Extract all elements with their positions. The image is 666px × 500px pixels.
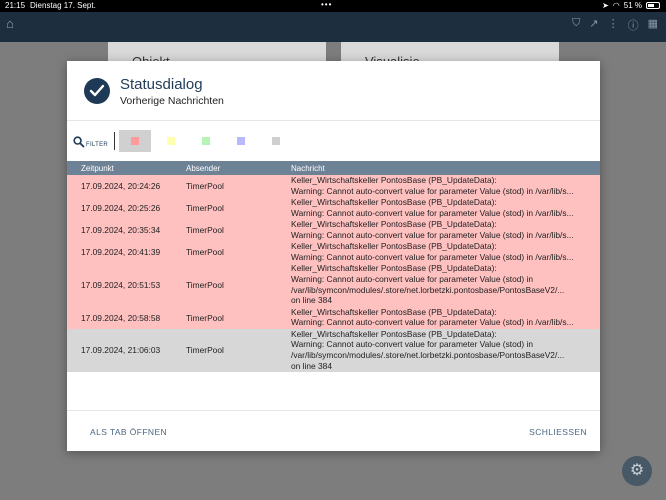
row-timestamp: 17.09.2024, 20:51:53 <box>81 279 161 290</box>
message-line: Keller_Wirtschaftskeller PontosBase (PB_… <box>291 241 497 251</box>
background-tile-visualisierung: Visualisie <box>341 42 559 62</box>
battery-icon <box>646 2 660 9</box>
status-indicators: ➤ ◠ 51 % <box>602 1 660 10</box>
settings-gear-icon[interactable]: ⚙ <box>622 456 652 486</box>
clock: 21:15 <box>5 1 26 10</box>
message-line: /var/lib/symcon/modules/.store/net.lorbe… <box>291 350 565 361</box>
message-line: Keller_Wirtschaftskeller PontosBase (PB_… <box>291 263 497 273</box>
default-color-swatch <box>272 137 280 145</box>
message-line: /var/lib/symcon/modules/.store/net.lorbe… <box>291 284 565 295</box>
grid-icon[interactable]: ▦ <box>648 17 658 33</box>
search-icon[interactable] <box>73 136 85 148</box>
row-message: Keller_Wirtschaftskeller PontosBase (PB_… <box>291 219 587 241</box>
filter-chip-error[interactable] <box>119 130 151 152</box>
message-line: Keller_Wirtschaftskeller PontosBase (PB_… <box>291 306 497 317</box>
message-line: Warning: Cannot auto-convert value for p… <box>291 339 534 350</box>
battery-percent: 51 % <box>623 1 642 10</box>
date: Dienstag 17. Sept. <box>30 1 96 10</box>
message-line: Keller_Wirtschaftskeller PontosBase (PB_… <box>291 328 497 339</box>
table-row[interactable]: 17.09.2024, 20:41:39 TimerPool Keller_Wirt… <box>67 241 600 263</box>
message-line: Warning: Cannot auto-convert value for p… <box>291 251 574 262</box>
row-sender: TimerPool <box>186 312 224 323</box>
info-color-swatch <box>237 137 245 145</box>
row-sender: TimerPool <box>186 345 224 356</box>
filter-chip-info[interactable] <box>225 130 257 152</box>
info-icon[interactable]: ⓘ <box>628 17 639 33</box>
dialog-header: Statusdialog Vorherige Nachrichten <box>67 61 600 121</box>
message-line: Keller_Wirtschaftskeller PontosBase (PB_… <box>291 175 497 185</box>
row-sender: TimerPool <box>186 279 224 290</box>
table-row[interactable]: 17.09.2024, 20:35:34 TimerPool Keller_Wirt… <box>67 219 600 241</box>
row-timestamp: 17.09.2024, 20:35:34 <box>81 225 161 235</box>
row-timestamp: 17.09.2024, 20:24:26 <box>81 181 161 191</box>
error-color-swatch <box>131 137 139 145</box>
row-timestamp: 17.09.2024, 21:06:03 <box>81 345 161 356</box>
warning-color-swatch <box>167 137 175 145</box>
open-as-tab-button[interactable]: ALS TAB ÖFFNEN <box>90 427 167 437</box>
filter-divider <box>114 132 115 150</box>
chart-icon[interactable]: ↗ <box>589 17 598 33</box>
dialog-title: Statusdialog <box>120 76 203 93</box>
row-sender: TimerPool <box>186 225 224 235</box>
row-timestamp: 17.09.2024, 20:41:39 <box>81 247 161 257</box>
message-line: Warning: Cannot auto-convert value for p… <box>291 273 534 284</box>
filter-chip-warning[interactable] <box>155 130 187 152</box>
message-line: Warning: Cannot auto-convert value for p… <box>291 185 574 196</box>
home-icon[interactable]: ⌂ <box>6 16 14 31</box>
filter-chip-default[interactable] <box>260 130 292 152</box>
filter-label[interactable]: FILTER <box>86 142 108 148</box>
message-line: on line 384 <box>291 295 332 306</box>
column-header-absender[interactable]: Absender <box>186 164 220 173</box>
row-sender: TimerPool <box>186 203 224 213</box>
message-line: Warning: Cannot auto-convert value for p… <box>291 317 574 328</box>
more-icon[interactable]: ⋮ <box>608 17 619 33</box>
row-timestamp: 17.09.2024, 20:25:26 <box>81 203 161 213</box>
table-row[interactable]: 17.09.2024, 20:51:53 TimerPool Keller_Wirt… <box>67 263 600 307</box>
row-message: Keller_Wirtschaftskeller PontosBase (PB_… <box>291 175 587 197</box>
app-header: ⌂ ⛉ ↗ ⋮ ⓘ ▦ <box>0 12 666 42</box>
message-line: Warning: Cannot auto-convert value for p… <box>291 229 574 240</box>
table-row[interactable]: 17.09.2024, 20:58:58 TimerPool Keller_Wirt… <box>67 306 600 329</box>
message-table: Zeitpunkt Absender Nachricht 17.09.2024,… <box>67 161 600 373</box>
message-line: Warning: Cannot auto-convert value for p… <box>291 207 574 218</box>
row-message: Keller_Wirtschaftskeller PontosBase (PB_… <box>291 197 587 219</box>
message-line: Keller_Wirtschaftskeller PontosBase (PB_… <box>291 219 497 229</box>
filter-chip-success[interactable] <box>190 130 222 152</box>
dialog-subtitle: Vorherige Nachrichten <box>120 95 224 107</box>
row-message: Keller_Wirtschaftskeller PontosBase (PB_… <box>291 241 587 263</box>
dialog-footer: ALS TAB ÖFFNEN SCHLIESSEN <box>67 410 600 451</box>
table-row[interactable]: 17.09.2024, 20:25:26 TimerPool Keller_Wirt… <box>67 197 600 219</box>
row-sender: TimerPool <box>186 247 224 257</box>
message-line: on line 384 <box>291 360 332 371</box>
close-button[interactable]: SCHLIESSEN <box>529 427 587 437</box>
table-row[interactable]: 17.09.2024, 21:06:03 TimerPool Keller_Wirt… <box>67 328 600 373</box>
basket-icon[interactable]: ⛉ <box>572 17 580 33</box>
row-message: Keller_Wirtschaftskeller PontosBase (PB_… <box>291 263 587 306</box>
message-line: Keller_Wirtschaftskeller PontosBase (PB_… <box>291 197 497 207</box>
filter-bar: FILTER <box>67 127 600 155</box>
row-message: Keller_Wirtschaftskeller PontosBase (PB_… <box>291 307 587 329</box>
success-color-swatch <box>202 137 210 145</box>
header-actions: ⛉ ↗ ⋮ ⓘ ▦ <box>572 17 658 33</box>
table-row[interactable]: 17.09.2024, 20:24:26 TimerPool Keller_Wirt… <box>67 175 600 197</box>
background-tile-objekt: Objekt <box>108 42 326 62</box>
multitasking-dots[interactable]: ••• <box>321 0 332 9</box>
row-sender: TimerPool <box>186 181 224 191</box>
location-icon: ➤ <box>602 1 609 10</box>
row-message: Keller_Wirtschaftskeller PontosBase (PB_… <box>291 329 587 372</box>
column-header-zeitpunkt[interactable]: Zeitpunkt <box>81 164 114 173</box>
column-header-nachricht[interactable]: Nachricht <box>291 164 325 173</box>
status-dialog: Statusdialog Vorherige Nachrichten FILTE… <box>67 61 600 451</box>
table-body: 17.09.2024, 20:24:26 TimerPool Keller_Wirt… <box>67 175 600 373</box>
row-timestamp: 17.09.2024, 20:58:58 <box>81 312 161 323</box>
wifi-icon: ◠ <box>612 1 620 10</box>
ios-status-bar: 21:15 Dienstag 17. Sept. ••• ➤ ◠ 51 % <box>0 0 666 12</box>
check-circle-icon <box>84 78 110 104</box>
table-header: Zeitpunkt Absender Nachricht <box>67 161 600 175</box>
